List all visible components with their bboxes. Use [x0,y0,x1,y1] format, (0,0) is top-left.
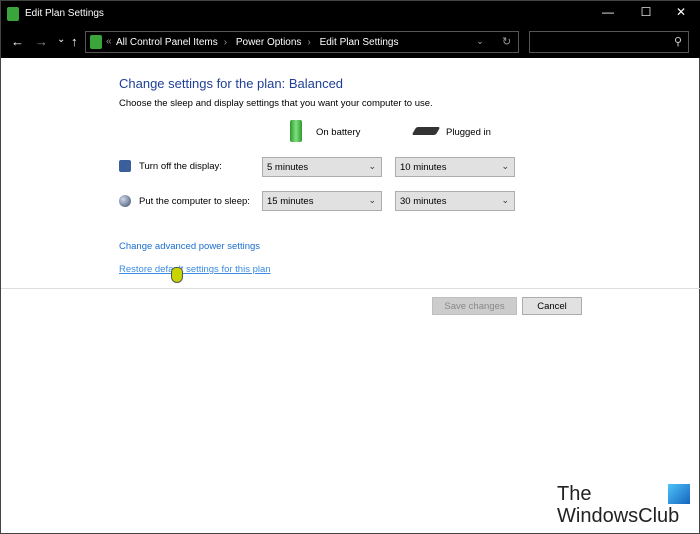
refresh-icon[interactable]: ↻ [502,35,511,48]
chevron-right-icon: › [307,37,311,48]
watermark-line1: The [557,483,592,505]
hand-cursor-icon [171,267,183,283]
recent-locations-button[interactable]: ⌄ [57,34,65,45]
chevron-down-icon: ⌄ [501,195,509,205]
selected-value: 5 minutes [267,162,309,173]
chevron-down-icon: ⌄ [368,161,376,171]
sleep-icon [119,195,131,207]
selected-value: 30 minutes [400,196,447,207]
minimize-button[interactable]: — [593,5,623,19]
advanced-power-settings-link[interactable]: Change advanced power settings [119,241,260,252]
search-input[interactable]: ⚲ [529,31,689,53]
chevron-down-icon: ⌄ [501,161,509,171]
watermark-logo: The WindowsClub [557,483,679,527]
display-on-battery-select[interactable]: 5 minutes ⌄ [262,157,382,177]
battery-icon [290,120,302,142]
breadcrumb-all-control-panel-items[interactable]: All Control Panel Items [116,37,218,48]
address-dropdown-icon[interactable]: ⌄ [476,36,484,47]
back-button[interactable]: ← [11,34,24,49]
sleep-plugged-in-select[interactable]: 30 minutes ⌄ [395,191,515,211]
chevron-right-icon: › [223,37,228,48]
watermark-line2: WindowsClub [557,505,680,527]
restore-defaults-link[interactable]: Restore default settings for this plan [119,264,271,275]
search-icon[interactable]: ⚲ [674,35,682,48]
breadcrumb-power-options[interactable]: Power Options [236,37,302,48]
overflow-crumb[interactable]: « [106,36,112,47]
forward-button[interactable]: → [35,34,48,49]
display-plugged-in-select[interactable]: 10 minutes ⌄ [395,157,515,177]
control-panel-icon [90,35,102,49]
column-on-battery: On battery [316,127,361,138]
page-title: Change settings for the plan: Balanced [119,76,344,91]
breadcrumb-edit-plan-settings[interactable]: Edit Plan Settings [320,37,399,48]
column-plugged-in: Plugged in [446,127,491,138]
divider [1,288,700,289]
sleep-on-battery-select[interactable]: 15 minutes ⌄ [262,191,382,211]
display-label: Turn off the display: [139,161,222,172]
window-title: Edit Plan Settings [25,8,104,19]
display-icon [119,160,131,172]
address-bar[interactable]: « All Control Panel Items › Power Options… [85,31,519,53]
selected-value: 10 minutes [400,162,447,173]
windows-logo-icon [668,484,690,504]
chevron-down-icon: ⌄ [368,195,376,205]
cancel-button[interactable]: Cancel [522,297,582,315]
selected-value: 15 minutes [267,196,314,207]
title-bar: Edit Plan Settings — ☐ ✕ [1,1,700,28]
power-options-icon [7,7,19,21]
up-button[interactable]: ↑ [71,34,78,49]
close-button[interactable]: ✕ [666,5,696,19]
plug-icon [411,127,441,135]
page-subtitle: Choose the sleep and display settings th… [119,98,433,109]
navigation-bar: ← → ⌄ ↑ « All Control Panel Items › Power… [1,28,700,58]
maximize-button[interactable]: ☐ [631,5,661,19]
sleep-label: Put the computer to sleep: [139,196,250,207]
save-changes-button[interactable]: Save changes [432,297,517,315]
